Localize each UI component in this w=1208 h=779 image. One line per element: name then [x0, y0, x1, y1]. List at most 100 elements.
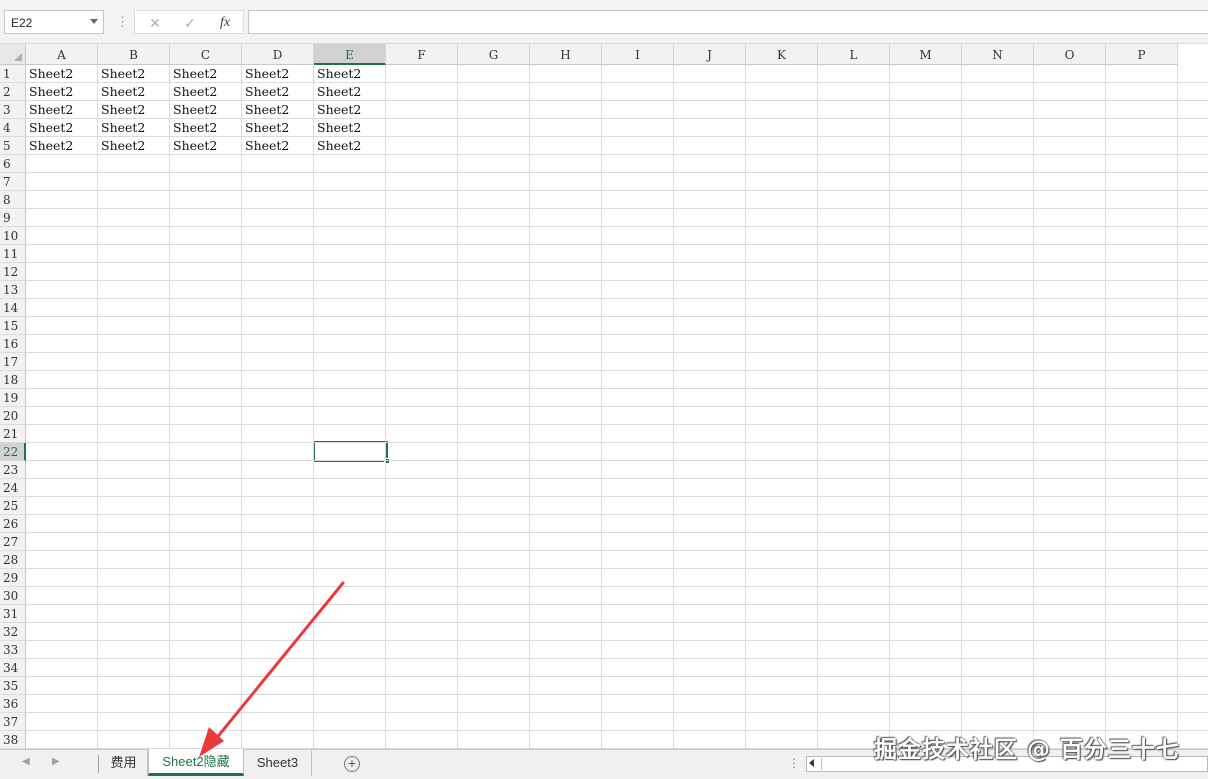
sheet-tab-sheet2-hidden[interactable]: Sheet2隐藏 — [148, 749, 244, 776]
row-header-20[interactable]: 20 — [0, 407, 26, 425]
row-header-8[interactable]: 8 — [0, 191, 26, 209]
cell-d5[interactable]: Sheet2 — [242, 137, 314, 155]
row-header-24[interactable]: 24 — [0, 479, 26, 497]
cell-e1[interactable]: Sheet2 — [314, 65, 386, 83]
row-header-33[interactable]: 33 — [0, 641, 26, 659]
row-header-28[interactable]: 28 — [0, 551, 26, 569]
row-header-1[interactable]: 1 — [0, 65, 26, 83]
add-sheet-button[interactable]: + — [344, 756, 360, 772]
column-header-g[interactable]: G — [458, 44, 530, 65]
cell-a4[interactable]: Sheet2 — [26, 119, 98, 137]
row-header-6[interactable]: 6 — [0, 155, 26, 173]
insert-function-button[interactable]: fx — [213, 13, 237, 33]
scroll-tabs-left-icon[interactable]: ◀ — [22, 756, 30, 767]
column-header-a[interactable]: A — [26, 44, 98, 65]
row-header-36[interactable]: 36 — [0, 695, 26, 713]
scroll-tabs-right-icon[interactable]: ▶ — [52, 756, 60, 767]
tabs-resize-handle-icon[interactable]: ⋮ — [788, 756, 800, 770]
cell-a1[interactable]: Sheet2 — [26, 65, 98, 83]
row-header-4[interactable]: 4 — [0, 119, 26, 137]
row-header-34[interactable]: 34 — [0, 659, 26, 677]
row-header-32[interactable]: 32 — [0, 623, 26, 641]
row-header-2[interactable]: 2 — [0, 83, 26, 101]
row-header-38[interactable]: 38 — [0, 731, 26, 749]
cell-c5[interactable]: Sheet2 — [170, 137, 242, 155]
row-header-10[interactable]: 10 — [0, 227, 26, 245]
selected-cell[interactable] — [313, 441, 390, 464]
row-header-35[interactable]: 35 — [0, 677, 26, 695]
row-header-9[interactable]: 9 — [0, 209, 26, 227]
column-header-c[interactable]: C — [170, 44, 242, 65]
cell-e3[interactable]: Sheet2 — [314, 101, 386, 119]
column-header-d[interactable]: D — [242, 44, 314, 65]
cell-a2[interactable]: Sheet2 — [26, 83, 98, 101]
column-header-i[interactable]: I — [602, 44, 674, 65]
column-header-p[interactable]: P — [1106, 44, 1178, 65]
enter-formula-button[interactable]: ✓ — [178, 13, 202, 33]
row-header-7[interactable]: 7 — [0, 173, 26, 191]
cell-b2[interactable]: Sheet2 — [98, 83, 170, 101]
column-header-e[interactable]: E — [314, 44, 386, 65]
grid-line — [26, 604, 1208, 605]
row-header-3[interactable]: 3 — [0, 101, 26, 119]
sheet-tab-sheet3[interactable]: Sheet3 — [244, 750, 312, 776]
row-header-37[interactable]: 37 — [0, 713, 26, 731]
row-header-13[interactable]: 13 — [0, 281, 26, 299]
row-header-16[interactable]: 16 — [0, 335, 26, 353]
cells-area[interactable]: Sheet2 Sheet2 Sheet2 Sheet2 Sheet2 Sheet2 Shee… — [26, 65, 1208, 749]
row-header-29[interactable]: 29 — [0, 569, 26, 587]
cell-d3[interactable]: Sheet2 — [242, 101, 314, 119]
cell-b1[interactable]: Sheet2 — [98, 65, 170, 83]
row-header-26[interactable]: 26 — [0, 515, 26, 533]
scroll-thumb[interactable] — [821, 758, 833, 770]
row-header-30[interactable]: 30 — [0, 587, 26, 605]
column-header-o[interactable]: O — [1034, 44, 1106, 65]
cell-c1[interactable]: Sheet2 — [170, 65, 242, 83]
row-header-23[interactable]: 23 — [0, 461, 26, 479]
cell-c3[interactable]: Sheet2 — [170, 101, 242, 119]
sheet-tab-fees[interactable]: 费用 — [100, 750, 148, 776]
row-header-5[interactable]: 5 — [0, 137, 26, 155]
row-header-12[interactable]: 12 — [0, 263, 26, 281]
cell-a3[interactable]: Sheet2 — [26, 101, 98, 119]
formula-input[interactable] — [248, 10, 1208, 34]
row-header-31[interactable]: 31 — [0, 605, 26, 623]
column-header-l[interactable]: L — [818, 44, 890, 65]
scroll-left-arrow-icon[interactable] — [809, 759, 814, 767]
select-all-button[interactable] — [0, 44, 26, 65]
row-header-18[interactable]: 18 — [0, 371, 26, 389]
cell-e4[interactable]: Sheet2 — [314, 119, 386, 137]
cell-e2[interactable]: Sheet2 — [314, 83, 386, 101]
cell-d1[interactable]: Sheet2 — [242, 65, 314, 83]
cell-d2[interactable]: Sheet2 — [242, 83, 314, 101]
column-header-j[interactable]: J — [674, 44, 746, 65]
cell-c2[interactable]: Sheet2 — [170, 83, 242, 101]
grid-line — [1177, 65, 1178, 749]
row-header-15[interactable]: 15 — [0, 317, 26, 335]
cancel-formula-button[interactable]: ✕ — [143, 13, 167, 33]
column-header-m[interactable]: M — [890, 44, 962, 65]
column-header-k[interactable]: K — [746, 44, 818, 65]
cell-c4[interactable]: Sheet2 — [170, 119, 242, 137]
column-header-f[interactable]: F — [386, 44, 458, 65]
cell-b5[interactable]: Sheet2 — [98, 137, 170, 155]
row-header-11[interactable]: 11 — [0, 245, 26, 263]
cell-e5[interactable]: Sheet2 — [314, 137, 386, 155]
grid-line — [1105, 65, 1106, 749]
name-box-dropdown-icon[interactable] — [90, 19, 98, 24]
row-header-27[interactable]: 27 — [0, 533, 26, 551]
cell-b3[interactable]: Sheet2 — [98, 101, 170, 119]
row-header-25[interactable]: 25 — [0, 497, 26, 515]
cell-b4[interactable]: Sheet2 — [98, 119, 170, 137]
name-box[interactable]: E22 — [4, 10, 104, 34]
column-header-b[interactable]: B — [98, 44, 170, 65]
cell-d4[interactable]: Sheet2 — [242, 119, 314, 137]
row-header-14[interactable]: 14 — [0, 299, 26, 317]
row-header-17[interactable]: 17 — [0, 353, 26, 371]
column-header-n[interactable]: N — [962, 44, 1034, 65]
cell-a5[interactable]: Sheet2 — [26, 137, 98, 155]
row-header-19[interactable]: 19 — [0, 389, 26, 407]
column-header-h[interactable]: H — [530, 44, 602, 65]
row-header-21[interactable]: 21 — [0, 425, 26, 443]
row-header-22[interactable]: 22 — [0, 443, 26, 461]
